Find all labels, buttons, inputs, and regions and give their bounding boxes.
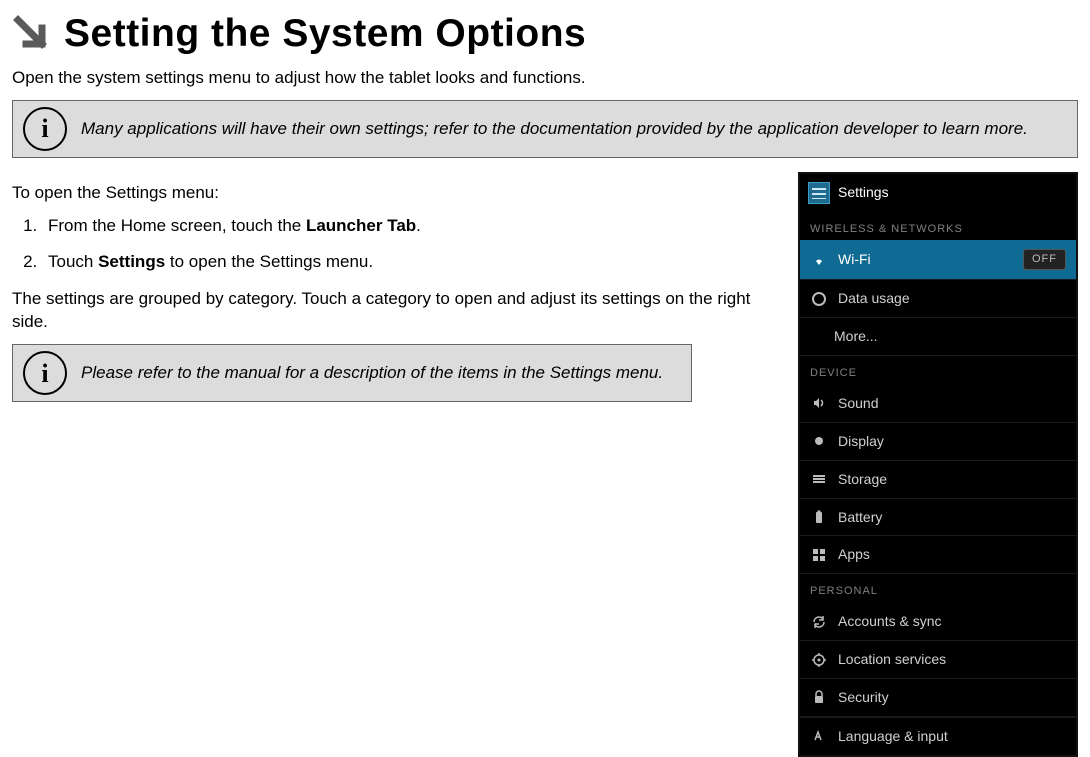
category-wireless: WIRELESS & NETWORKS	[800, 212, 1076, 241]
category-device: DEVICE	[800, 356, 1076, 385]
row-location-label: Location services	[838, 650, 1066, 669]
row-sound[interactable]: Sound	[800, 385, 1076, 423]
step-1: From the Home screen, touch the Launcher…	[42, 215, 778, 238]
sound-icon	[810, 394, 828, 412]
info-callout-1-text: Many applications will have their own se…	[81, 118, 1028, 140]
row-display-label: Display	[838, 432, 1066, 451]
location-icon	[810, 651, 828, 669]
step-2: Touch Settings to open the Settings menu…	[42, 251, 778, 274]
storage-icon	[810, 470, 828, 488]
open-menu-lead: To open the Settings menu:	[12, 182, 778, 205]
display-icon	[810, 432, 828, 450]
phone-header: Settings	[800, 174, 1076, 212]
row-storage-label: Storage	[838, 470, 1066, 489]
row-accounts[interactable]: Accounts & sync	[800, 603, 1076, 641]
grouped-para: The settings are grouped by category. To…	[12, 288, 778, 334]
info-callout-2: i Please refer to the manual for a descr…	[12, 344, 692, 402]
page-title: Setting the System Options	[64, 8, 586, 61]
lock-icon	[810, 688, 828, 706]
row-wifi[interactable]: Wi-Fi OFF	[800, 240, 1076, 280]
language-icon	[810, 727, 828, 745]
row-more[interactable]: More...	[800, 318, 1076, 356]
battery-icon	[810, 508, 828, 526]
step-1-prefix: From the Home screen, touch the	[48, 216, 306, 235]
row-security-label: Security	[838, 688, 1066, 707]
row-wifi-label: Wi-Fi	[838, 250, 1013, 269]
row-language-label: Language & input	[838, 727, 948, 746]
row-accounts-label: Accounts & sync	[838, 612, 1066, 631]
phone-screenshot: Settings WIRELESS & NETWORKS Wi-Fi OFF D…	[798, 172, 1078, 757]
row-display[interactable]: Display	[800, 423, 1076, 461]
info-callout-1: i Many applications will have their own …	[12, 100, 1078, 158]
row-data-usage-label: Data usage	[838, 289, 1066, 308]
row-sound-label: Sound	[838, 394, 1066, 413]
info-icon: i	[23, 351, 67, 395]
row-apps[interactable]: Apps	[800, 536, 1076, 574]
apps-icon	[810, 546, 828, 564]
steps-list: From the Home screen, touch the Launcher…	[12, 215, 778, 275]
step-2-prefix: Touch	[48, 252, 98, 271]
row-more-label: More...	[834, 327, 1066, 346]
data-usage-icon	[810, 290, 828, 308]
row-data-usage[interactable]: Data usage	[800, 280, 1076, 318]
row-location[interactable]: Location services	[800, 641, 1076, 679]
category-personal: PERSONAL	[800, 574, 1076, 603]
row-storage[interactable]: Storage	[800, 461, 1076, 499]
step-2-bold: Settings	[98, 252, 165, 271]
page-title-row: Setting the System Options	[12, 8, 1078, 61]
info-callout-2-text: Please refer to the manual for a descrip…	[81, 362, 663, 384]
step-1-bold: Launcher Tab	[306, 216, 416, 235]
phone-header-title: Settings	[838, 183, 889, 202]
sync-icon	[810, 613, 828, 631]
row-battery-label: Battery	[838, 508, 1066, 527]
row-security[interactable]: Security	[800, 679, 1076, 717]
step-2-suffix: to open the Settings menu.	[165, 252, 373, 271]
row-battery[interactable]: Battery	[800, 499, 1076, 537]
intro-text: Open the system settings menu to adjust …	[12, 67, 1078, 90]
arrow-down-right-icon	[12, 14, 52, 54]
info-icon: i	[23, 107, 67, 151]
row-apps-label: Apps	[838, 545, 1066, 564]
wifi-icon	[810, 251, 828, 269]
wifi-toggle[interactable]: OFF	[1023, 249, 1066, 270]
step-1-suffix: .	[416, 216, 421, 235]
settings-app-icon	[808, 182, 830, 204]
row-language-partial[interactable]: Language & input	[800, 717, 1076, 755]
